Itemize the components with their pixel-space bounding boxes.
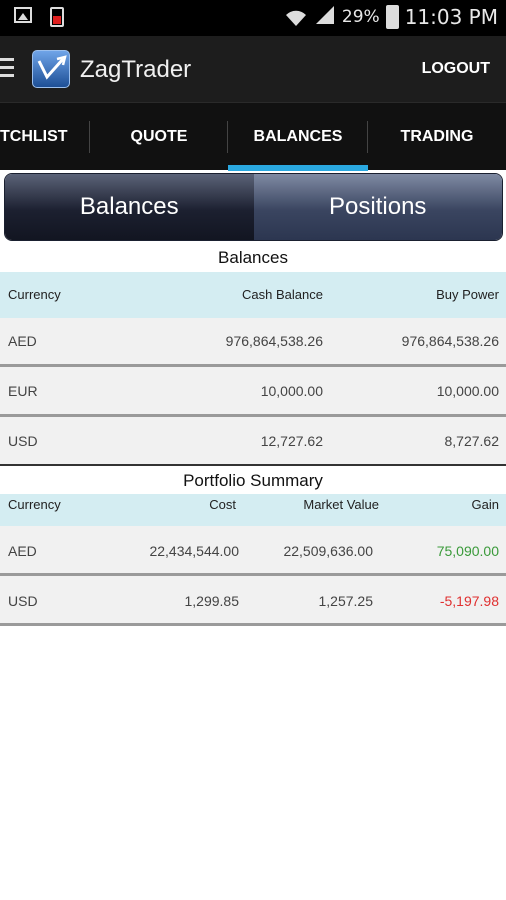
action-bar: ZagTrader LOGOUT bbox=[0, 36, 506, 102]
segmented-control: Balances Positions bbox=[4, 173, 503, 241]
tab-quote[interactable]: QUOTE bbox=[90, 103, 228, 171]
positions-segment-button[interactable]: Positions bbox=[253, 174, 502, 240]
col-currency: Currency bbox=[8, 497, 61, 512]
balances-segment-button[interactable]: Balances bbox=[5, 174, 254, 240]
app-title: ZagTrader bbox=[80, 56, 192, 83]
portfolio-header: Currency Cost Market Value Gain bbox=[0, 494, 506, 526]
app-logo[interactable] bbox=[32, 50, 70, 88]
tab-balances[interactable]: BALANCES bbox=[228, 103, 368, 171]
col-gain: Gain bbox=[471, 497, 499, 512]
sim-alert-icon bbox=[50, 7, 64, 27]
wifi-icon bbox=[284, 8, 308, 26]
gain-value: 75,090.00 bbox=[436, 543, 499, 559]
balances-header: Currency Cash Balance Buy Power bbox=[0, 272, 506, 318]
col-currency: Currency bbox=[8, 287, 61, 302]
battery-percent: 29% bbox=[341, 6, 380, 27]
menu-icon[interactable] bbox=[0, 58, 14, 78]
signal-icon bbox=[314, 4, 336, 29]
logout-button[interactable]: LOGOUT bbox=[422, 60, 490, 78]
table-row[interactable]: EUR 10,000.00 10,000.00 bbox=[0, 367, 506, 417]
status-bar: 29% 11:03 PM bbox=[0, 0, 506, 36]
table-row[interactable]: USD 12,727.62 8,727.62 bbox=[0, 417, 506, 466]
battery-icon bbox=[385, 4, 399, 29]
portfolio-summary-title: Portfolio Summary bbox=[183, 471, 323, 490]
col-cost: Cost bbox=[209, 497, 236, 512]
table-row[interactable]: AED 976,864,538.26 976,864,538.26 bbox=[0, 318, 506, 367]
table-row[interactable]: AED 22,434,544.00 22,509,636.00 75,090.0… bbox=[0, 526, 506, 576]
tab-bar: TCHLIST QUOTE BALANCES TRADING bbox=[0, 102, 506, 171]
col-buy-power: Buy Power bbox=[436, 287, 499, 302]
tab-trading[interactable]: TRADING bbox=[368, 103, 506, 171]
clock: 11:03 PM bbox=[404, 4, 498, 29]
gain-value: -5,197.98 bbox=[439, 593, 499, 609]
col-cash-balance: Cash Balance bbox=[242, 287, 323, 302]
col-market-value: Market Value bbox=[303, 497, 379, 512]
image-icon bbox=[14, 7, 32, 23]
tab-watchlist[interactable]: TCHLIST bbox=[0, 103, 90, 171]
table-row[interactable]: USD 1,299.85 1,257.25 -5,197.98 bbox=[0, 576, 506, 626]
balances-title: Balances bbox=[218, 248, 288, 267]
